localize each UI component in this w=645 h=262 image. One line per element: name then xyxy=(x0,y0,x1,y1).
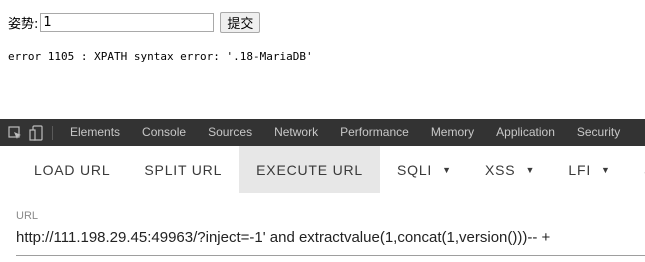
form-label: 姿势: xyxy=(8,16,39,32)
split-url-button[interactable]: SPLIT URL xyxy=(127,146,239,193)
tab-security[interactable]: Security xyxy=(566,119,631,146)
inject-form: 姿势: 提交 xyxy=(8,11,261,33)
tab-network[interactable]: Network xyxy=(263,119,329,146)
lfi-label: LFI xyxy=(568,161,592,178)
next-menu-button[interactable]: S xyxy=(627,146,645,193)
submit-button[interactable]: 提交 xyxy=(220,11,261,33)
sqli-menu-button[interactable]: SQLI ▼ xyxy=(380,146,468,193)
tab-sources[interactable]: Sources xyxy=(197,119,263,146)
load-url-label: LOAD URL xyxy=(34,161,111,178)
extension-toolbar: LOAD URL SPLIT URL EXECUTE URL SQLI ▼ XS… xyxy=(0,146,645,193)
split-url-label: SPLIT URL xyxy=(144,161,223,178)
page: 姿势: 提交 error 1105 : XPATH syntax error: … xyxy=(0,0,645,262)
caret-down-icon: ▼ xyxy=(442,164,452,175)
error-message: error 1105 : XPATH syntax error: '.18-Ma… xyxy=(8,50,313,63)
xss-label: XSS xyxy=(485,161,516,178)
url-label: URL xyxy=(16,210,39,222)
execute-url-label: EXECUTE URL xyxy=(256,161,363,178)
inspect-element-icon[interactable] xyxy=(4,119,26,146)
device-toolbar-icon[interactable] xyxy=(26,119,48,146)
tab-performance[interactable]: Performance xyxy=(329,119,420,146)
caret-down-icon: ▼ xyxy=(525,164,535,175)
caret-down-icon: ▼ xyxy=(601,164,610,175)
lfi-menu-button[interactable]: LFI ▼ xyxy=(551,146,627,193)
url-underline xyxy=(16,255,645,256)
tab-elements[interactable]: Elements xyxy=(59,119,131,146)
load-url-button[interactable]: LOAD URL xyxy=(0,146,127,193)
toolbar-divider xyxy=(52,125,53,140)
tab-memory[interactable]: Memory xyxy=(420,119,485,146)
inject-input[interactable] xyxy=(40,12,215,32)
sqli-label: SQLI xyxy=(397,161,433,178)
devtools-toolbar: Elements Console Sources Network Perform… xyxy=(0,119,645,146)
tab-console[interactable]: Console xyxy=(131,119,197,146)
execute-url-button[interactable]: EXECUTE URL xyxy=(239,146,380,193)
url-input[interactable]: http://111.198.29.45:49963/?inject=-1' a… xyxy=(16,229,550,246)
tab-application[interactable]: Application xyxy=(485,119,566,146)
xss-menu-button[interactable]: XSS ▼ xyxy=(468,146,551,193)
url-field[interactable]: URL http://111.198.29.45:49963/?inject=-… xyxy=(0,193,645,262)
